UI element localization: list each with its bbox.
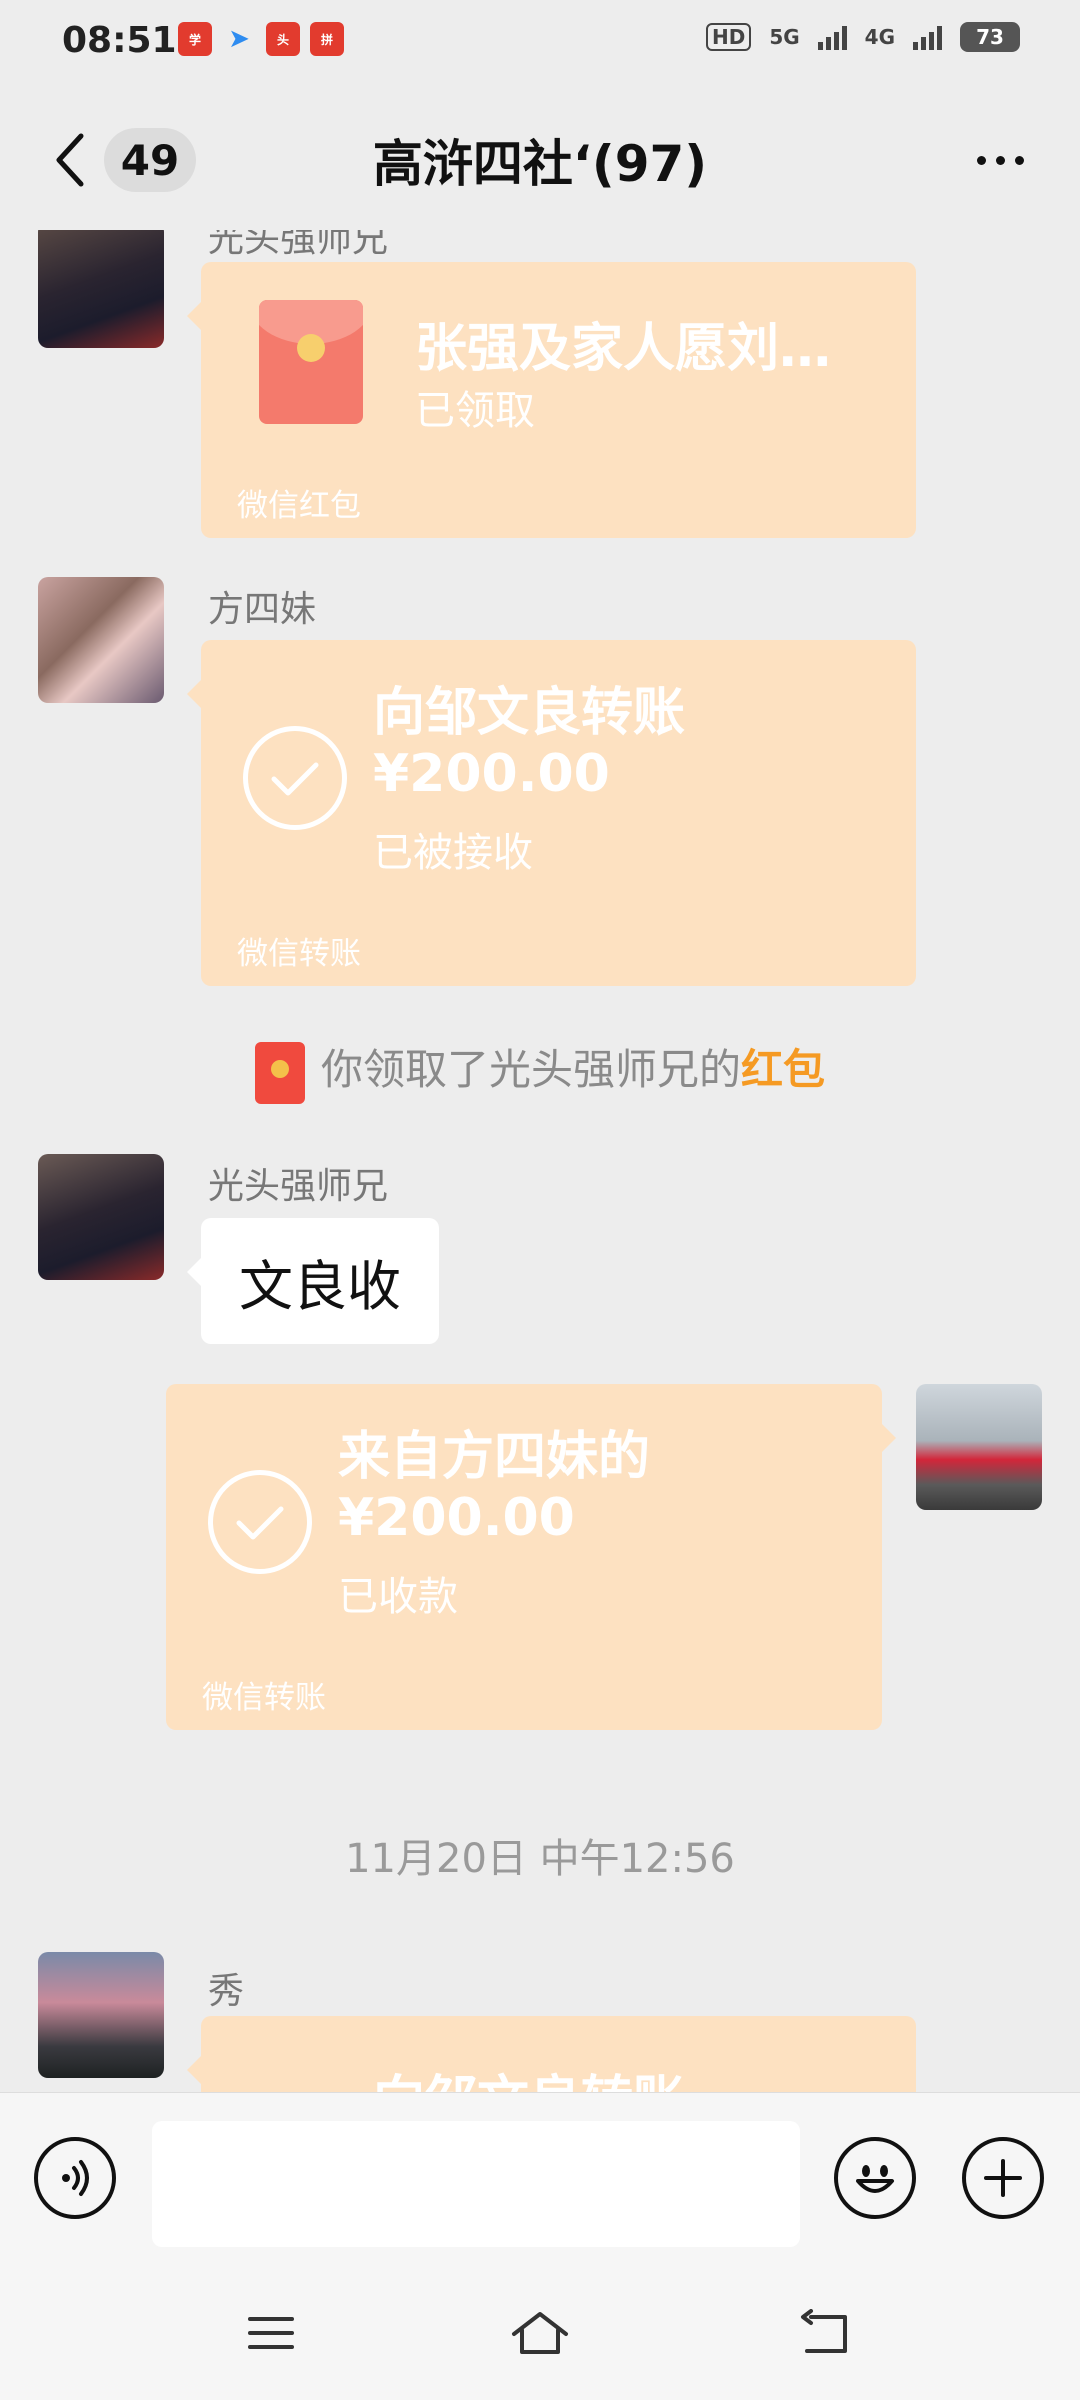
sender-name: 光头强师兄: [208, 230, 389, 260]
input-bar: [0, 2092, 1080, 2269]
notification-icons: 学 ➤ 头 拼: [178, 22, 344, 56]
sender-name: 光头强师兄: [208, 1166, 389, 1207]
sender-name: 方四妹: [208, 589, 317, 630]
voice-icon: [62, 2160, 89, 2196]
more-options-button[interactable]: [960, 130, 1040, 190]
back-nav-button[interactable]: [790, 2298, 860, 2368]
my-avatar[interactable]: [916, 1384, 1042, 1510]
more-dot: [1014, 155, 1024, 165]
status-time: 08:51: [62, 20, 177, 61]
voice-input-button[interactable]: [34, 2137, 116, 2219]
avatar[interactable]: [38, 230, 164, 348]
check-circle-icon: [243, 726, 347, 830]
emoji-button[interactable]: [834, 2137, 916, 2219]
plus-icon: [984, 2159, 1022, 2197]
telegram-icon: ➤: [228, 24, 250, 54]
transfer-status: 已收款: [338, 1574, 458, 1620]
message-input[interactable]: [152, 2121, 800, 2247]
home-nav-button[interactable]: [505, 2298, 575, 2368]
chat-title: 高浒四社‘(97): [372, 135, 708, 193]
hd-icon: HD: [705, 23, 752, 51]
card-footer: 微信转账: [237, 936, 361, 972]
more-dot: [995, 155, 1005, 165]
transfer-title: 向邹文良转账: [373, 683, 686, 743]
back-arrow-icon: [801, 2309, 847, 2353]
red-packet-icon: [254, 1041, 305, 1104]
menu-nav-button[interactable]: [236, 2298, 306, 2368]
system-message-text: 你领取了光头强师兄的: [320, 1045, 741, 1094]
more-functions-button[interactable]: [962, 2137, 1044, 2219]
sender-name: 秀: [208, 1971, 245, 2012]
card-footer: 微信转账: [202, 1680, 326, 1716]
transfer-title: 向邹文良转账: [373, 2058, 685, 2092]
avatar[interactable]: [38, 577, 164, 703]
xuexi-app-icon: 学: [178, 22, 212, 56]
red-packet-status: 已领取: [415, 388, 535, 434]
status-bar: 08:51 学 ➤ 头 拼 HD 5G 4G 73: [0, 0, 1080, 80]
network-5g-label: 5G: [769, 25, 800, 49]
text-message-bubble[interactable]: 文良收: [187, 1218, 439, 1344]
message-timestamp: 11月20日 中午12:56: [345, 1836, 735, 1882]
chat-header: 49 高浒四社‘(97): [0, 80, 1080, 240]
transfer-status: 已被接收: [373, 830, 533, 876]
check-circle-icon: [208, 1470, 312, 1574]
red-packet-link[interactable]: 红包: [741, 1045, 825, 1094]
transfer-amount: ¥200.00: [338, 1488, 575, 1548]
signal-5g-icon: [817, 24, 847, 50]
transfer-card[interactable]: 来自方四妹的 ¥200.00 已收款 微信转账: [166, 1384, 896, 1730]
menu-icon: [248, 2317, 294, 2349]
signal-4g-icon: [913, 24, 942, 50]
battery-icon: 73: [960, 22, 1020, 52]
red-packet-card[interactable]: 张强及家人愿刘… 已领取 微信红包: [187, 262, 916, 538]
smiley-icon: [856, 2165, 894, 2193]
avatar[interactable]: [38, 1952, 164, 2078]
transfer-card[interactable]: 向邹文良转账 ¥200.00 已被接收 微信转账: [187, 640, 916, 986]
red-packet-icon: [259, 300, 363, 424]
toutiao-app-icon: 头: [266, 22, 300, 56]
pinduoduo-app-icon: 拼: [310, 22, 344, 56]
red-packet-title: 张强及家人愿刘…: [415, 319, 832, 379]
transfer-card[interactable]: 向邹文良转账: [187, 2016, 916, 2092]
transfer-amount: ¥200.00: [373, 744, 610, 804]
message-list[interactable]: 光头强师兄 张强及家人愿刘… 已领取 微信红包 方四妹 向邹文良转账 ¥200.…: [0, 230, 1080, 2092]
more-dot: [976, 155, 986, 165]
avatar[interactable]: [38, 1154, 164, 1280]
card-footer: 微信红包: [237, 488, 361, 524]
system-message: 你领取了光头强师兄的红包: [0, 1036, 1080, 1104]
system-nav-bar: [0, 2268, 1080, 2400]
network-4g-label: 4G: [864, 25, 895, 49]
transfer-title: 来自方四妹的: [338, 1427, 651, 1487]
home-icon: [512, 2312, 568, 2354]
status-indicators: HD 5G 4G 73: [705, 22, 1020, 52]
